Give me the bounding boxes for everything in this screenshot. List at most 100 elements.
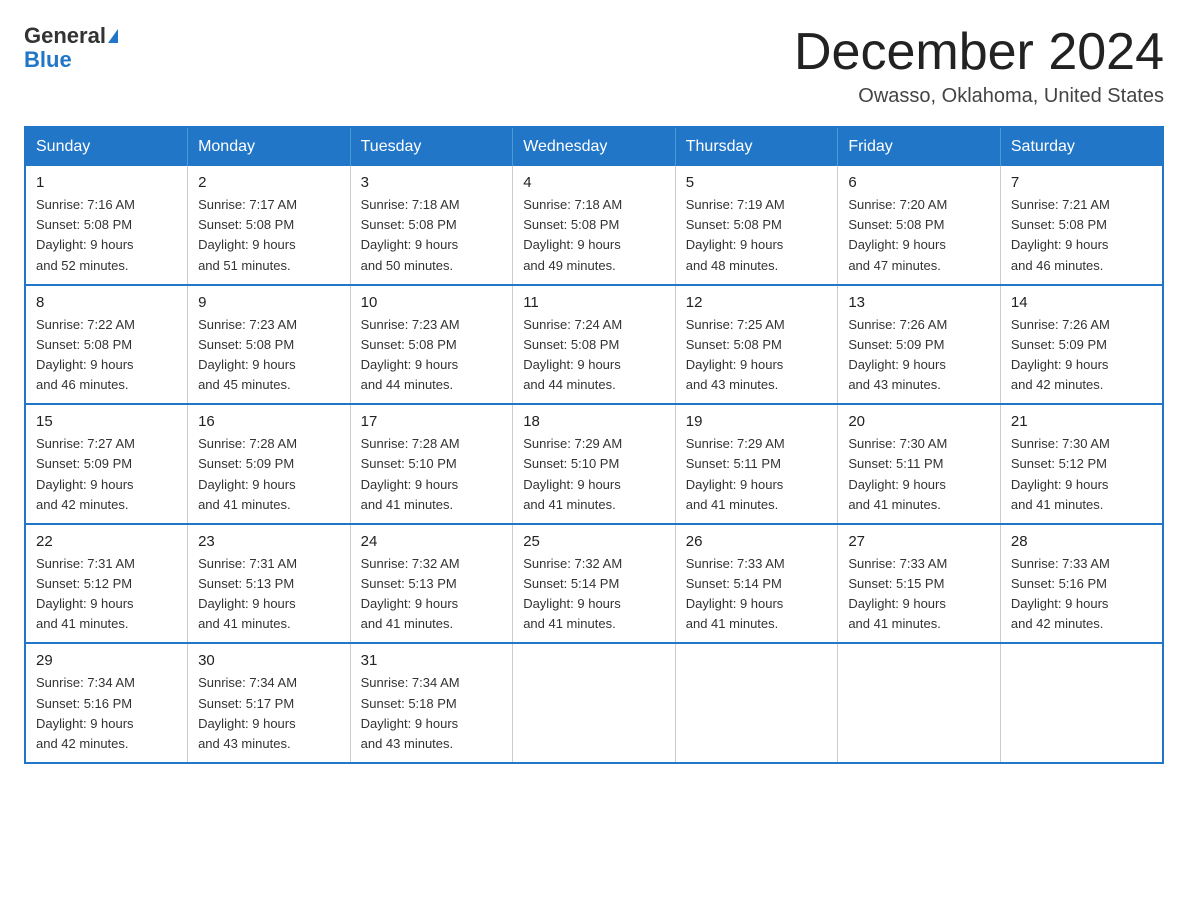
calendar-cell: 26Sunrise: 7:33 AM Sunset: 5:14 PM Dayli… — [675, 524, 838, 644]
calendar-cell: 6Sunrise: 7:20 AM Sunset: 5:08 PM Daylig… — [838, 166, 1001, 285]
day-number: 5 — [686, 174, 828, 191]
calendar-cell: 29Sunrise: 7:34 AM Sunset: 5:16 PM Dayli… — [25, 643, 188, 763]
page-header: General Blue December 2024 Owasso, Oklah… — [24, 24, 1164, 108]
day-info: Sunrise: 7:34 AM Sunset: 5:18 PM Dayligh… — [361, 673, 503, 754]
calendar-cell: 31 Sunrise: 7:34 AM Sunset: 5:18 PM Dayli… — [350, 643, 513, 763]
calendar-cell: 3 Sunrise: 7:18 AM Sunset: 5:08 PM Daylig… — [350, 166, 513, 285]
calendar-cell: 13 Sunrise: 7:26 AM Sunset: 5:09 PM Dayli… — [838, 285, 1001, 405]
day-number: 30 — [198, 652, 340, 669]
day-number: 21 — [1011, 413, 1152, 430]
weekday-header-friday: Friday — [838, 127, 1001, 166]
day-info: Sunrise: 7:19 AM Sunset: 5:08 PM Dayligh… — [686, 195, 828, 276]
week-row-4: 22 Sunrise: 7:31 AM Sunset: 5:12 PM Dayli… — [25, 524, 1163, 644]
day-info: Sunrise: 7:23 AM Sunset: 5:08 PM Dayligh… — [198, 315, 340, 396]
day-number: 22 — [36, 533, 177, 550]
weekday-header-saturday: Saturday — [1000, 127, 1163, 166]
calendar-cell: 22 Sunrise: 7:31 AM Sunset: 5:12 PM Dayli… — [25, 524, 188, 644]
calendar-cell: 9 Sunrise: 7:23 AM Sunset: 5:08 PM Daylig… — [188, 285, 351, 405]
day-info: Sunrise: 7:18 AM Sunset: 5:08 PM Dayligh… — [361, 195, 503, 276]
calendar-cell: 11 Sunrise: 7:24 AM Sunset: 5:08 PM Dayli… — [513, 285, 676, 405]
weekday-header-wednesday: Wednesday — [513, 127, 676, 166]
day-info: Sunrise: 7:33 AM Sunset: 5:16 PM Dayligh… — [1011, 554, 1152, 635]
day-number: 17 — [361, 413, 503, 430]
title-area: December 2024 Owasso, Oklahoma, United S… — [794, 24, 1164, 108]
day-info: Sunrise: 7:30 AM Sunset: 5:11 PM Dayligh… — [848, 434, 990, 515]
calendar-cell: 1Sunrise: 7:16 AM Sunset: 5:08 PM Daylig… — [25, 166, 188, 285]
weekday-header-thursday: Thursday — [675, 127, 838, 166]
day-number: 31 — [361, 652, 503, 669]
day-number: 16 — [198, 413, 340, 430]
day-number: 26 — [686, 533, 828, 550]
calendar-cell: 12 Sunrise: 7:25 AM Sunset: 5:08 PM Dayli… — [675, 285, 838, 405]
calendar-cell: 19Sunrise: 7:29 AM Sunset: 5:11 PM Dayli… — [675, 404, 838, 524]
day-number: 10 — [361, 294, 503, 311]
day-info: Sunrise: 7:32 AM Sunset: 5:13 PM Dayligh… — [361, 554, 503, 635]
calendar-cell: 18 Sunrise: 7:29 AM Sunset: 5:10 PM Dayli… — [513, 404, 676, 524]
day-number: 7 — [1011, 174, 1152, 191]
day-number: 9 — [198, 294, 340, 311]
day-number: 8 — [36, 294, 177, 311]
logo-general-text: General — [24, 24, 106, 48]
day-info: Sunrise: 7:26 AM Sunset: 5:09 PM Dayligh… — [848, 315, 990, 396]
day-number: 25 — [523, 533, 665, 550]
day-number: 20 — [848, 413, 990, 430]
calendar-cell: 2Sunrise: 7:17 AM Sunset: 5:08 PM Daylig… — [188, 166, 351, 285]
day-number: 3 — [361, 174, 503, 191]
calendar-cell: 30Sunrise: 7:34 AM Sunset: 5:17 PM Dayli… — [188, 643, 351, 763]
week-row-3: 15 Sunrise: 7:27 AM Sunset: 5:09 PM Dayli… — [25, 404, 1163, 524]
calendar-cell: 25Sunrise: 7:32 AM Sunset: 5:14 PM Dayli… — [513, 524, 676, 644]
calendar-cell: 8 Sunrise: 7:22 AM Sunset: 5:08 PM Daylig… — [25, 285, 188, 405]
calendar-cell: 10Sunrise: 7:23 AM Sunset: 5:08 PM Dayli… — [350, 285, 513, 405]
logo-blue-text: Blue — [24, 48, 72, 72]
calendar-cell — [513, 643, 676, 763]
day-info: Sunrise: 7:18 AM Sunset: 5:08 PM Dayligh… — [523, 195, 665, 276]
calendar-cell: 27Sunrise: 7:33 AM Sunset: 5:15 PM Dayli… — [838, 524, 1001, 644]
week-row-2: 8 Sunrise: 7:22 AM Sunset: 5:08 PM Daylig… — [25, 285, 1163, 405]
day-info: Sunrise: 7:17 AM Sunset: 5:08 PM Dayligh… — [198, 195, 340, 276]
day-info: Sunrise: 7:24 AM Sunset: 5:08 PM Dayligh… — [523, 315, 665, 396]
day-number: 14 — [1011, 294, 1152, 311]
day-number: 12 — [686, 294, 828, 311]
day-info: Sunrise: 7:27 AM Sunset: 5:09 PM Dayligh… — [36, 434, 177, 515]
calendar-cell: 5 Sunrise: 7:19 AM Sunset: 5:08 PM Daylig… — [675, 166, 838, 285]
calendar-cell — [675, 643, 838, 763]
calendar-cell: 23Sunrise: 7:31 AM Sunset: 5:13 PM Dayli… — [188, 524, 351, 644]
day-info: Sunrise: 7:29 AM Sunset: 5:10 PM Dayligh… — [523, 434, 665, 515]
calendar-cell: 24Sunrise: 7:32 AM Sunset: 5:13 PM Dayli… — [350, 524, 513, 644]
day-number: 19 — [686, 413, 828, 430]
day-number: 11 — [523, 294, 665, 311]
weekday-header-row: SundayMondayTuesdayWednesdayThursdayFrid… — [25, 127, 1163, 166]
day-number: 28 — [1011, 533, 1152, 550]
weekday-header-sunday: Sunday — [25, 127, 188, 166]
day-info: Sunrise: 7:25 AM Sunset: 5:08 PM Dayligh… — [686, 315, 828, 396]
calendar-cell: 16 Sunrise: 7:28 AM Sunset: 5:09 PM Dayli… — [188, 404, 351, 524]
day-info: Sunrise: 7:30 AM Sunset: 5:12 PM Dayligh… — [1011, 434, 1152, 515]
day-number: 18 — [523, 413, 665, 430]
day-info: Sunrise: 7:28 AM Sunset: 5:10 PM Dayligh… — [361, 434, 503, 515]
day-number: 1 — [36, 174, 177, 191]
day-number: 13 — [848, 294, 990, 311]
day-number: 15 — [36, 413, 177, 430]
day-info: Sunrise: 7:28 AM Sunset: 5:09 PM Dayligh… — [198, 434, 340, 515]
calendar-cell: 4 Sunrise: 7:18 AM Sunset: 5:08 PM Daylig… — [513, 166, 676, 285]
calendar-cell: 14 Sunrise: 7:26 AM Sunset: 5:09 PM Dayli… — [1000, 285, 1163, 405]
month-title: December 2024 — [794, 24, 1164, 81]
week-row-1: 1Sunrise: 7:16 AM Sunset: 5:08 PM Daylig… — [25, 166, 1163, 285]
day-number: 4 — [523, 174, 665, 191]
calendar-cell: 15 Sunrise: 7:27 AM Sunset: 5:09 PM Dayli… — [25, 404, 188, 524]
day-info: Sunrise: 7:21 AM Sunset: 5:08 PM Dayligh… — [1011, 195, 1152, 276]
day-info: Sunrise: 7:26 AM Sunset: 5:09 PM Dayligh… — [1011, 315, 1152, 396]
calendar-cell: 20 Sunrise: 7:30 AM Sunset: 5:11 PM Dayli… — [838, 404, 1001, 524]
day-info: Sunrise: 7:34 AM Sunset: 5:16 PM Dayligh… — [36, 673, 177, 754]
day-info: Sunrise: 7:20 AM Sunset: 5:08 PM Dayligh… — [848, 195, 990, 276]
weekday-header-tuesday: Tuesday — [350, 127, 513, 166]
calendar-cell: 7 Sunrise: 7:21 AM Sunset: 5:08 PM Daylig… — [1000, 166, 1163, 285]
day-info: Sunrise: 7:22 AM Sunset: 5:08 PM Dayligh… — [36, 315, 177, 396]
weekday-header-monday: Monday — [188, 127, 351, 166]
day-info: Sunrise: 7:31 AM Sunset: 5:13 PM Dayligh… — [198, 554, 340, 635]
logo-triangle-icon — [108, 29, 118, 43]
calendar-cell: 28 Sunrise: 7:33 AM Sunset: 5:16 PM Dayli… — [1000, 524, 1163, 644]
day-info: Sunrise: 7:31 AM Sunset: 5:12 PM Dayligh… — [36, 554, 177, 635]
calendar-cell: 17 Sunrise: 7:28 AM Sunset: 5:10 PM Dayli… — [350, 404, 513, 524]
week-row-5: 29Sunrise: 7:34 AM Sunset: 5:16 PM Dayli… — [25, 643, 1163, 763]
